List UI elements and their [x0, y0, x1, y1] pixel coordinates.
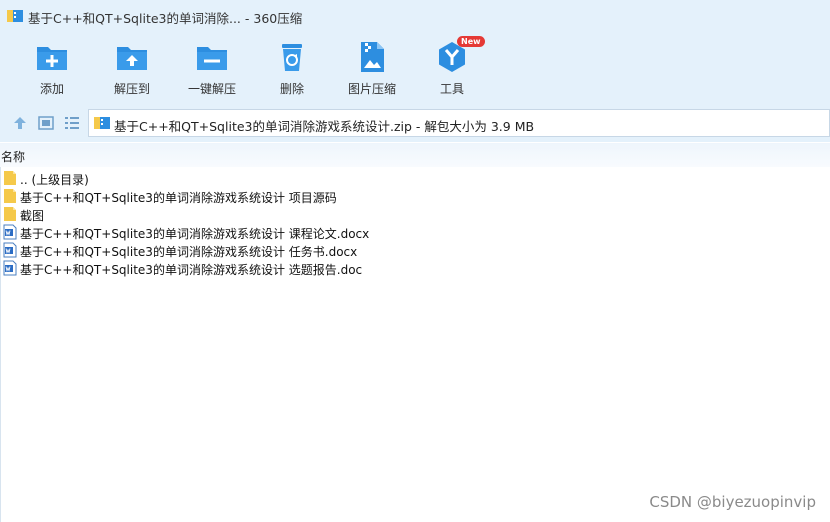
delete-label: 删除 — [279, 82, 304, 96]
image-compress-button[interactable]: 图片压缩 — [332, 39, 412, 101]
tools-label: 工具 — [439, 82, 464, 96]
one-click-extract-label: 一键解压 — [187, 82, 236, 96]
recycle-bin-icon — [282, 44, 302, 71]
file-name: .. (上级目录) — [20, 173, 89, 187]
thumbnail-view-icon[interactable] — [37, 114, 55, 132]
add-folder-icon — [37, 47, 67, 70]
archive-window: 基于C++和QT+Sqlite3的单词消除... - 360压缩 添加 解压到 — [0, 0, 830, 522]
image-compress-icon — [361, 42, 384, 72]
up-arrow-icon[interactable] — [11, 114, 29, 132]
file-name: 基于C++和QT+Sqlite3的单词消除游戏系统设计 选题报告.doc — [20, 263, 363, 277]
new-badge: New — [457, 36, 485, 47]
delete-button[interactable]: 删除 — [252, 39, 332, 101]
watermark: CSDN @biyezuopinvip — [649, 493, 816, 511]
file-list: .. (上级目录) 基于C++和QT+Sqlite3的单词消除游戏系统设计 项目… — [0, 169, 830, 277]
one-click-extract-button[interactable]: 一键解压 — [172, 39, 252, 101]
address-bar[interactable]: 基于C++和QT+Sqlite3的单词消除游戏系统设计.zip - 解包大小为 … — [88, 109, 830, 137]
tools-button[interactable]: New 工具 — [412, 36, 492, 101]
toolbar: 添加 解压到 一键解压 删除 图片压缩 New 工具 — [0, 34, 830, 106]
zip-file-icon — [94, 117, 110, 129]
archive-path: 基于C++和QT+Sqlite3的单词消除游戏系统设计.zip - 解包大小为 … — [114, 119, 535, 134]
title-bar: 基于C++和QT+Sqlite3的单词消除... - 360压缩 — [0, 0, 830, 34]
file-name: 基于C++和QT+Sqlite3的单词消除游戏系统设计 项目源码 — [20, 191, 337, 205]
list-item-file[interactable]: 基于C++和QT+Sqlite3的单词消除游戏系统设计 任务书.docx — [0, 241, 400, 259]
word-document-icon — [3, 224, 17, 240]
list-item-folder[interactable]: 基于C++和QT+Sqlite3的单词消除游戏系统设计 项目源码 — [0, 187, 400, 205]
add-button[interactable]: 添加 — [12, 39, 92, 101]
list-item-file[interactable]: 基于C++和QT+Sqlite3的单词消除游戏系统设计 课程论文.docx — [0, 223, 400, 241]
file-name: 截图 — [20, 209, 45, 223]
add-label: 添加 — [39, 82, 64, 96]
one-click-extract-icon — [197, 47, 227, 70]
navigation-bar: 基于C++和QT+Sqlite3的单词消除游戏系统设计.zip - 解包大小为 … — [0, 106, 830, 142]
folder-icon — [4, 171, 16, 185]
extract-to-icon — [117, 47, 147, 70]
list-item-folder[interactable]: 截图 — [0, 205, 400, 223]
extract-to-label: 解压到 — [113, 82, 150, 96]
list-item-parent-directory[interactable]: .. (上级目录) — [0, 169, 400, 187]
column-header-name[interactable]: 名称 — [1, 148, 25, 165]
window-title: 基于C++和QT+Sqlite3的单词消除... - 360压缩 — [28, 11, 303, 26]
list-header: 名称 — [0, 143, 830, 167]
archive-app-icon — [7, 10, 23, 22]
word-document-icon — [3, 242, 17, 258]
file-name: 基于C++和QT+Sqlite3的单词消除游戏系统设计 任务书.docx — [20, 245, 358, 259]
file-name: 基于C++和QT+Sqlite3的单词消除游戏系统设计 课程论文.docx — [20, 227, 370, 241]
list-view-icon[interactable] — [63, 114, 81, 132]
extract-to-button[interactable]: 解压到 — [92, 39, 172, 101]
word-document-icon — [3, 260, 17, 276]
folder-icon — [4, 189, 16, 203]
folder-icon — [4, 207, 16, 221]
image-compress-label: 图片压缩 — [347, 82, 396, 96]
list-item-file[interactable]: 基于C++和QT+Sqlite3的单词消除游戏系统设计 选题报告.doc — [0, 259, 400, 277]
